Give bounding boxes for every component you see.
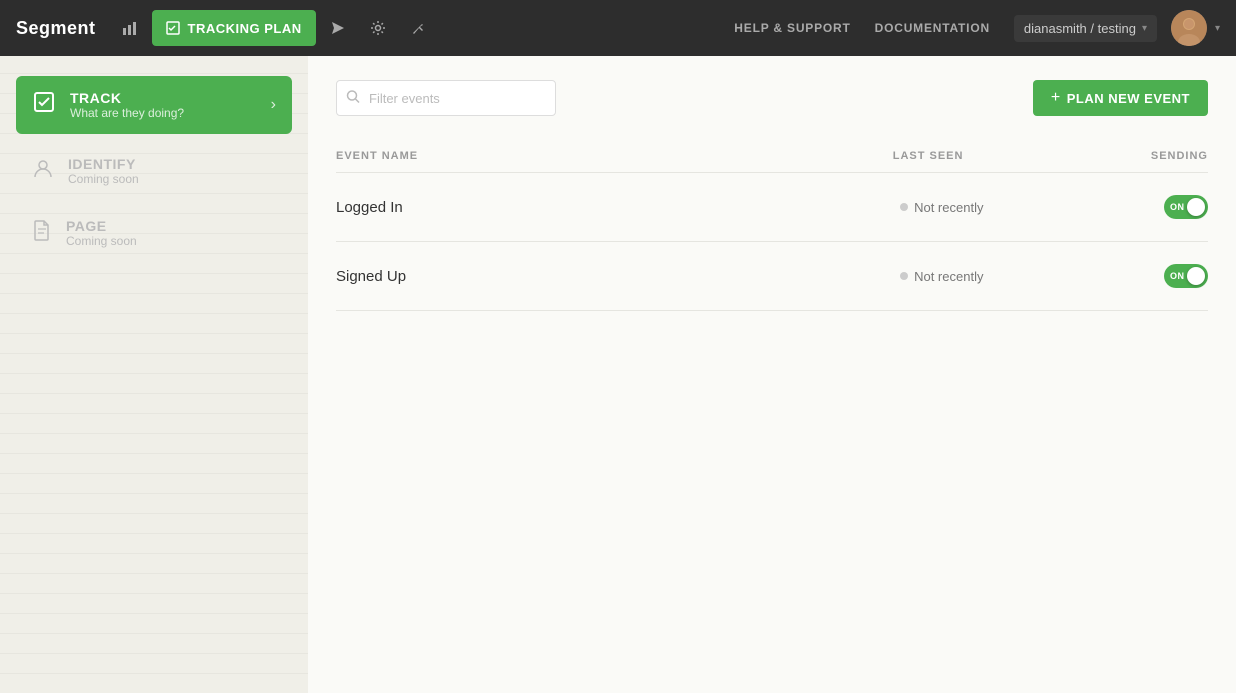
events-table: EVENT NAME LAST SEEN SENDING Logged In N…: [336, 140, 1208, 311]
gear-icon-button[interactable]: [360, 10, 396, 46]
toggle-label: ON: [1170, 271, 1185, 281]
plan-new-event-label: PLAN NEW EVENT: [1067, 91, 1190, 106]
last-seen-cell: Not recently: [601, 173, 1023, 242]
col-last-seen-header: LAST SEEN: [601, 140, 1023, 173]
page-title: PAGE: [66, 218, 137, 234]
status-dot-icon: [900, 272, 908, 280]
avatar-image: [1171, 10, 1207, 46]
last-seen-cell: Not recently: [601, 242, 1023, 311]
status-dot-icon: [900, 203, 908, 211]
plus-icon: +: [1051, 89, 1061, 107]
chart-icon-button[interactable]: [112, 10, 148, 46]
track-icon: [32, 90, 56, 120]
page-icon: [32, 219, 52, 247]
sidebar-item-track[interactable]: TRACK What are they doing? ›: [16, 76, 292, 134]
tracking-plan-icon: [166, 21, 180, 35]
identify-title: IDENTIFY: [68, 156, 139, 172]
documentation-link[interactable]: DOCUMENTATION: [875, 21, 990, 35]
toggle-row-1[interactable]: ON: [1164, 264, 1208, 288]
sending-cell: ON: [1023, 242, 1208, 311]
col-event-name-header: EVENT NAME: [336, 140, 601, 173]
col-sending-header: SENDING: [1023, 140, 1208, 173]
tracking-plan-button[interactable]: TRACKING PLAN: [152, 10, 316, 46]
toggle-thumb: [1187, 267, 1205, 285]
search-icon: [346, 90, 360, 107]
table-header: EVENT NAME LAST SEEN SENDING: [336, 140, 1208, 173]
tool-icon-button[interactable]: [400, 10, 436, 46]
page-text: PAGE Coming soon: [66, 218, 137, 248]
main-toolbar: + PLAN NEW EVENT: [336, 80, 1208, 116]
track-arrow-icon: ›: [271, 96, 276, 114]
avatar-svg: [1171, 10, 1207, 46]
gear-icon: [370, 20, 386, 36]
table-row: Signed Up Not recently ON: [336, 242, 1208, 311]
topnav-links: HELP & SUPPORT DOCUMENTATION: [734, 21, 990, 35]
chart-icon: [122, 20, 138, 36]
page-subtitle: Coming soon: [66, 234, 137, 248]
brand-logo: Segment: [16, 18, 96, 39]
event-name-cell: Logged In: [336, 173, 601, 242]
sidebar-item-page[interactable]: PAGE Coming soon: [16, 204, 292, 262]
table-body: Logged In Not recently ON: [336, 173, 1208, 311]
toggle-row-0[interactable]: ON: [1164, 195, 1208, 219]
workspace-chevron-icon: ▾: [1142, 23, 1147, 34]
toggle-thumb: [1187, 198, 1205, 216]
table-row: Logged In Not recently ON: [336, 173, 1208, 242]
filter-events-input[interactable]: [336, 80, 556, 116]
track-text: TRACK What are they doing?: [70, 90, 184, 120]
user-avatar[interactable]: [1171, 10, 1207, 46]
last-seen-value: Not recently: [900, 269, 983, 284]
filter-input-wrap: [336, 80, 556, 116]
top-navigation: Segment TRACKING PLAN HELP & SUPPORT DOC…: [0, 0, 1236, 56]
track-title: TRACK: [70, 90, 184, 106]
toggle-label: ON: [1170, 202, 1185, 212]
identify-text: IDENTIFY Coming soon: [68, 156, 139, 186]
send-icon-button[interactable]: [320, 10, 356, 46]
sidebar-item-identify[interactable]: IDENTIFY Coming soon: [16, 142, 292, 200]
toggle-track[interactable]: ON: [1164, 264, 1208, 288]
toggle-track[interactable]: ON: [1164, 195, 1208, 219]
event-name-cell: Signed Up: [336, 242, 601, 311]
workspace-selector[interactable]: dianasmith / testing ▾: [1014, 15, 1157, 42]
sidebar: TRACK What are they doing? › IDENTIFY Co…: [0, 56, 308, 693]
main-content: + PLAN NEW EVENT EVENT NAME LAST SEEN SE…: [308, 56, 1236, 693]
avatar-chevron-icon[interactable]: ▾: [1215, 23, 1220, 34]
identify-icon: [32, 157, 54, 185]
tool-icon: [411, 21, 425, 35]
identify-subtitle: Coming soon: [68, 172, 139, 186]
plan-new-event-button[interactable]: + PLAN NEW EVENT: [1033, 80, 1208, 116]
main-layout: TRACK What are they doing? › IDENTIFY Co…: [0, 56, 1236, 693]
last-seen-value: Not recently: [900, 200, 983, 215]
track-subtitle: What are they doing?: [70, 106, 184, 120]
workspace-label: dianasmith / testing: [1024, 21, 1136, 36]
send-icon: [331, 21, 345, 35]
sending-cell: ON: [1023, 173, 1208, 242]
help-support-link[interactable]: HELP & SUPPORT: [734, 21, 850, 35]
